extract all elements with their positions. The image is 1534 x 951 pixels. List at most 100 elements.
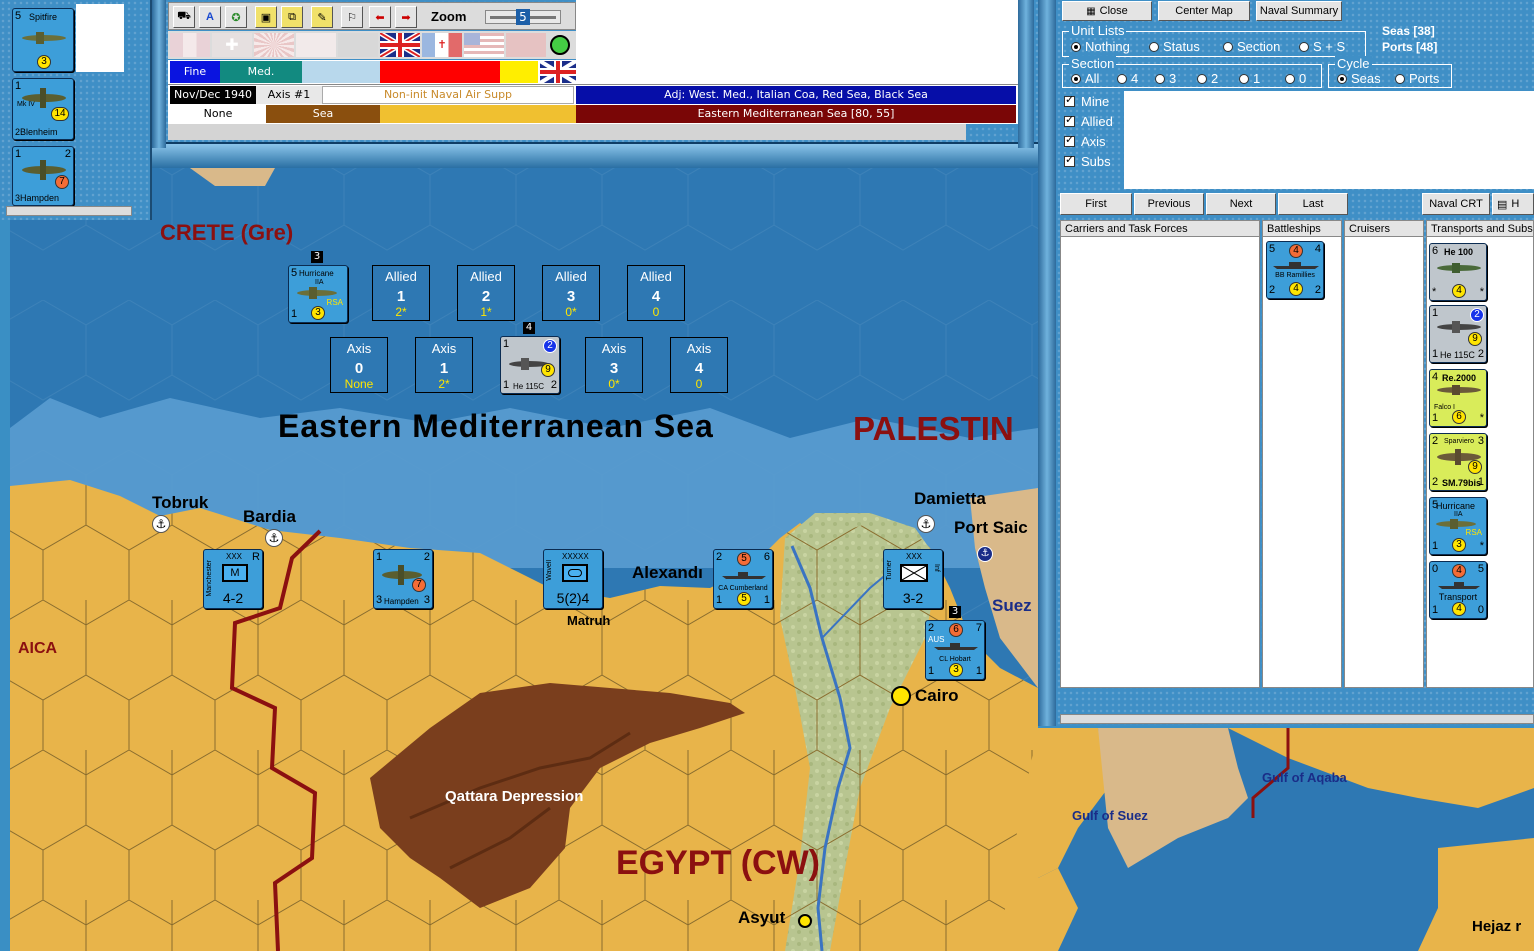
game-map[interactable]: CRETE (Gre) Eastern Mediterranean Sea PA… (10, 168, 1038, 951)
column-battleships: Battleships 5 4 4 BB Ramillies 2 4 2 (1262, 220, 1342, 688)
city-hejaz[interactable]: Hejaz r (1472, 918, 1521, 935)
bomber-plane-icon (22, 88, 66, 108)
area-name-cell: Eastern Mediterranean Sea [80, 55] (576, 105, 1016, 123)
radio-nothing[interactable]: Nothing (1071, 39, 1130, 54)
city-port-said[interactable]: Port Saic (954, 518, 1028, 538)
supply-icon[interactable]: ✪ (225, 6, 247, 28)
flag-free-france[interactable]: ✝ (422, 33, 462, 57)
allied-box-4[interactable]: Allied 4 0 (627, 265, 685, 321)
stack-unit-spitfire[interactable]: 5 Spitfire 3 (12, 8, 74, 72)
flag-usa[interactable] (464, 33, 504, 57)
unit-lists-group: Unit Lists Nothing Status Section S + S (1062, 23, 1366, 57)
flag-switzerland[interactable]: ✚ (212, 33, 252, 57)
flag-icon[interactable]: ⚐ (341, 6, 363, 28)
radio-section-all[interactable]: All (1071, 71, 1099, 86)
stack-scrollbar[interactable] (6, 206, 132, 216)
stack-icon[interactable]: ⧉ (281, 6, 303, 28)
radio-cycle-seas[interactable]: Seas (1337, 71, 1381, 86)
toolbar: ⛟ A ✪ ▣ ⧉ ✎ ⚐ ⬅ ➡ Zoom 5 (168, 2, 576, 30)
last-button[interactable]: Last (1278, 193, 1348, 215)
radio-section-2[interactable]: 2 (1197, 71, 1218, 86)
center-map-button[interactable]: Center Map (1158, 1, 1250, 21)
flag-japan[interactable] (254, 33, 294, 57)
axis-box-4[interactable]: Axis 4 0 (670, 337, 728, 393)
radio-section-0[interactable]: 0 (1285, 71, 1306, 86)
arrow-right-icon[interactable]: ➡ (395, 6, 417, 28)
unit-hampden[interactable]: 1 2 7 Hampden 3 3 (373, 549, 433, 609)
unit-cl-hobart[interactable]: 2 6 7 AUS CL Hobart 1 3 1 (925, 620, 985, 680)
flag-blank[interactable] (338, 33, 378, 57)
city-asyut[interactable]: Asyut (738, 908, 785, 928)
radio-section[interactable]: Section (1223, 39, 1280, 54)
naval-unit-bb-ramillies[interactable]: 5 4 4 BB Ramillies 2 4 2 (1266, 241, 1324, 299)
city-alexandria[interactable]: Alexandı (632, 563, 703, 583)
text-icon[interactable]: A (199, 6, 221, 28)
radio-section-4[interactable]: 4 (1117, 71, 1138, 86)
stack-unit-hampden[interactable]: 1 2 7 3Hampden (12, 146, 74, 206)
naval-unit-hurricane[interactable]: 5 Hurricane IIA RSA 1 3 * (1429, 497, 1487, 555)
unit-wavell-army[interactable]: XXXXX Wavell 5(2)4 (543, 549, 603, 609)
rail-icon[interactable]: ⛟ (173, 6, 195, 28)
close-icon: ▦ (1086, 5, 1096, 17)
unit-turner-corps[interactable]: XXX Turner Inf 3-2 (883, 549, 943, 609)
radio-s-plus-s[interactable]: S + S (1299, 39, 1345, 54)
naval-summary-button[interactable]: Naval Summary (1256, 1, 1342, 21)
naval-unit-re2000[interactable]: 4 Re.2000 Falco I 1 6 * (1429, 369, 1487, 427)
arrow-left-icon[interactable]: ⬅ (369, 6, 391, 28)
city-damietta[interactable]: Damietta (914, 489, 986, 509)
radio-section-3[interactable]: 3 (1155, 71, 1176, 86)
naval-panel-scrollbar[interactable] (1060, 714, 1534, 724)
city-tobruk[interactable]: Tobruk (152, 493, 208, 513)
stack-unit-blenheim[interactable]: 1 Mk IV 14 2Blenheim (12, 78, 74, 140)
flag-vichy[interactable] (170, 33, 210, 57)
checkbox-mine[interactable]: Mine (1064, 93, 1109, 109)
flag-generic[interactable] (296, 33, 336, 57)
target-icon[interactable] (550, 35, 570, 55)
axis-box-3[interactable]: Axis 3 0* (585, 337, 643, 393)
unit-manchester-corps[interactable]: XXX R Manchester M 4-2 (203, 549, 263, 609)
close-button[interactable]: ▦ Close (1062, 1, 1152, 21)
allied-box-2[interactable]: Allied 2 1* (457, 265, 515, 321)
help-button[interactable]: ▤ H (1492, 193, 1534, 215)
info-row-1: Nov/Dec 1940 Axis #1 Non-init Naval Air … (168, 84, 1018, 104)
infantry-symbol-icon (900, 564, 928, 582)
map-layer-icon[interactable]: ▣ (255, 6, 277, 28)
checkbox-allied[interactable]: Allied (1064, 113, 1113, 129)
unit-ca-cumberland[interactable]: 2 5 6 CA Cumberland 1 5 1 (713, 549, 773, 609)
flag-ussr[interactable] (506, 33, 546, 57)
axis-box-0[interactable]: Axis 0 None (330, 337, 388, 393)
phase-cell: Axis #1 (256, 86, 322, 104)
zoom-slider[interactable]: 5 (485, 9, 561, 25)
zoom-slider-thumb[interactable]: 5 (516, 9, 530, 25)
stack-count-badge: 4 (523, 322, 535, 334)
city-bardia[interactable]: Bardia (243, 507, 296, 527)
crete-label: CRETE (Gre) (160, 220, 294, 245)
naval-unit-he115c[interactable]: 1 2 9 He 115C 1 2 (1429, 305, 1487, 363)
city-cairo[interactable]: Cairo (915, 686, 958, 706)
city-suez[interactable]: Suez (992, 596, 1032, 616)
checkbox-subs[interactable]: Subs (1064, 153, 1111, 169)
fighter-plane-icon (1437, 385, 1481, 395)
first-button[interactable]: First (1060, 193, 1132, 215)
allied-box-3[interactable]: Allied 3 0* (542, 265, 600, 321)
radio-section-1[interactable]: 1 (1239, 71, 1260, 86)
allied-box-1[interactable]: Allied 1 2* (372, 265, 430, 321)
naval-unit-he100[interactable]: 6 He 100 * 4 * (1429, 243, 1487, 301)
radio-status[interactable]: Status (1149, 39, 1200, 54)
radio-cycle-ports[interactable]: Ports (1395, 71, 1439, 86)
sea-area-list[interactable] (1124, 91, 1534, 189)
naval-crt-button[interactable]: Naval CRT (1422, 193, 1490, 215)
map-red-sea-area[interactable]: Gulf of Aqaba Gulf of Suez Hejaz r (1038, 728, 1534, 951)
flag-uk[interactable] (378, 30, 422, 60)
city-matruh[interactable]: Matruh (567, 613, 610, 628)
weather-icon[interactable]: ✎ (311, 6, 333, 28)
unit-hurricane[interactable]: 5 Hurricane IIA RSA 1 3 (288, 265, 348, 323)
weather-row: Fine Med. (168, 59, 578, 85)
naval-unit-sm79bis[interactable]: 2 Sparviero 3 9 SM.79bis 2 1 (1429, 433, 1487, 491)
axis-box-1[interactable]: Axis 1 2* (415, 337, 473, 393)
checkbox-axis[interactable]: Axis (1064, 133, 1106, 149)
naval-unit-transport[interactable]: 0 4 5 Transport 1 4 0 (1429, 561, 1487, 619)
next-button[interactable]: Next (1206, 193, 1276, 215)
unit-he115c[interactable]: 1 2 9 He 115C 1 2 (500, 336, 560, 394)
previous-button[interactable]: Previous (1134, 193, 1204, 215)
